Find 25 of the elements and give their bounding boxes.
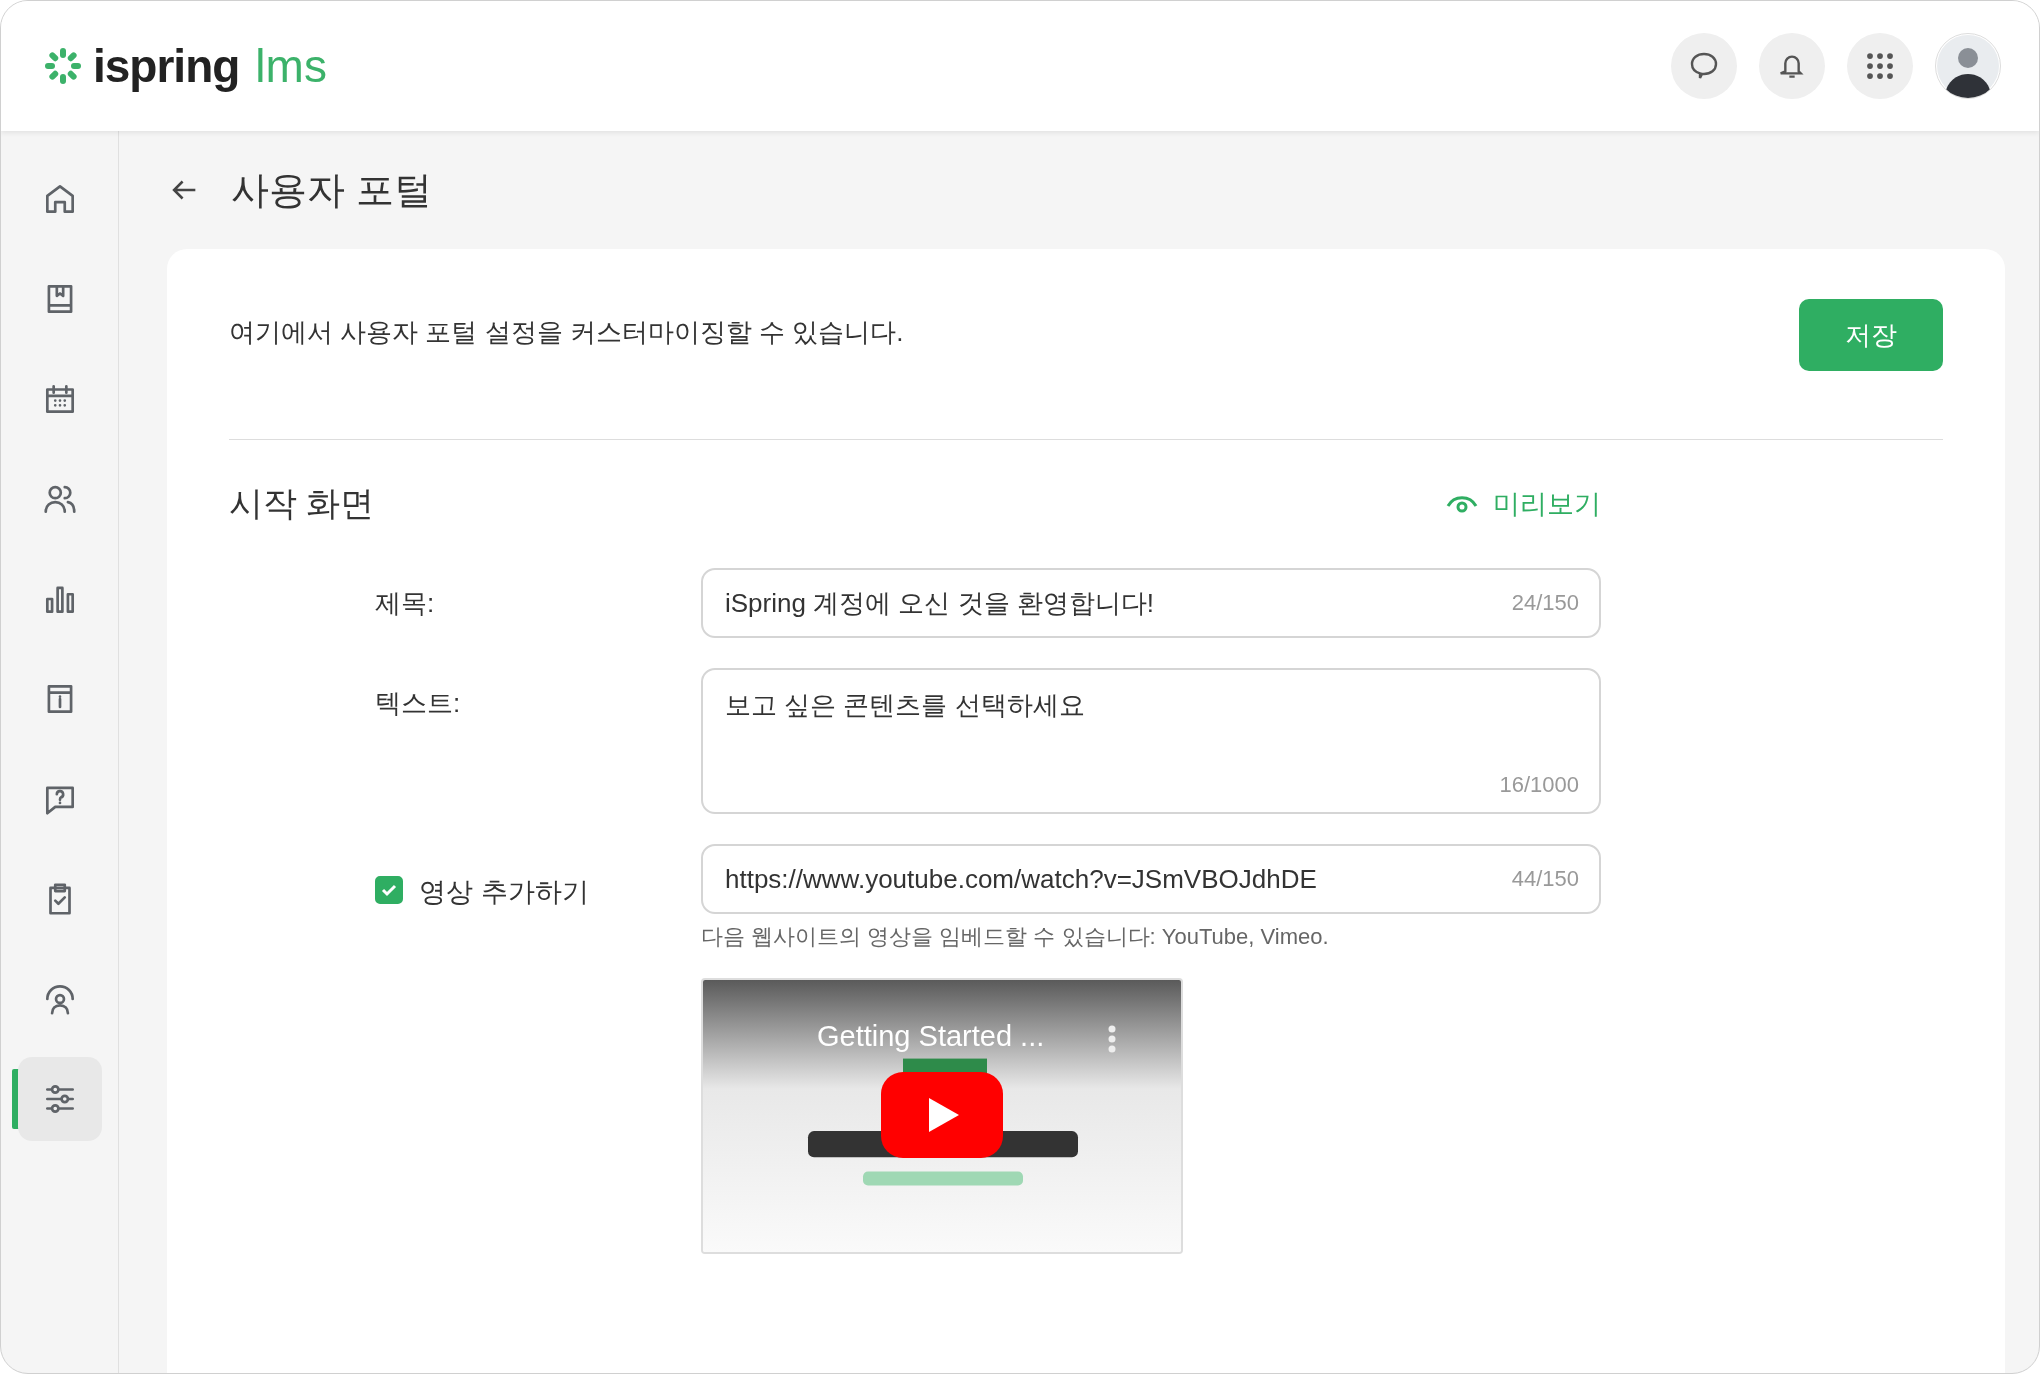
character-counter: 16/1000 [1499,772,1579,798]
character-counter: 24/150 [1511,590,1579,616]
field-label: 텍스트: [375,687,461,720]
character-counter: 44/150 [1511,866,1579,892]
input-field[interactable]: https://www.youtube.com/watch?v=JSmVBOJdhDE 44/150 [701,844,1601,914]
play-button-icon[interactable] [881,1072,1003,1158]
page-title: 사용자 포털 [231,167,432,213]
field-value: iSpring 계정에 오신 것을 환영합니다! [725,586,1155,620]
logo-icon [43,46,83,86]
field-value: 보고 싶은 콘텐츠를 선택하세요 [725,689,1085,722]
section-title: 시작 화면 [229,483,375,524]
field-hint: 다음 웹사이트의 영상을 임베드할 수 있습니다: YouTube, Vimeo. [701,923,1330,951]
avatar[interactable] [1935,33,2001,99]
checkbox-label: 영상 추가하기 [419,876,589,909]
apps-grid-icon [1865,51,1895,81]
more-options-icon[interactable] [1107,1024,1117,1054]
logo-text: ispring [93,39,240,93]
input-field[interactable]: iSpring 계정에 오신 것을 환영합니다! 24/150 [701,568,1601,638]
video-title: Getting Started ... [817,1020,1045,1053]
field-value: https://www.youtube.com/watch?v=JSmVBOJdhDE [725,863,1317,895]
field-label: 제목: [375,587,435,620]
page-description: 여기에서 사용자 포털 설정을 커스터마이징할 수 있습니다. [229,316,904,349]
text-area[interactable]: 보고 싶은 콘텐츠를 선택하세요 16/1000 [701,668,1601,814]
checkbox[interactable] [375,876,403,904]
logo-text-suffix: lms [255,39,327,93]
